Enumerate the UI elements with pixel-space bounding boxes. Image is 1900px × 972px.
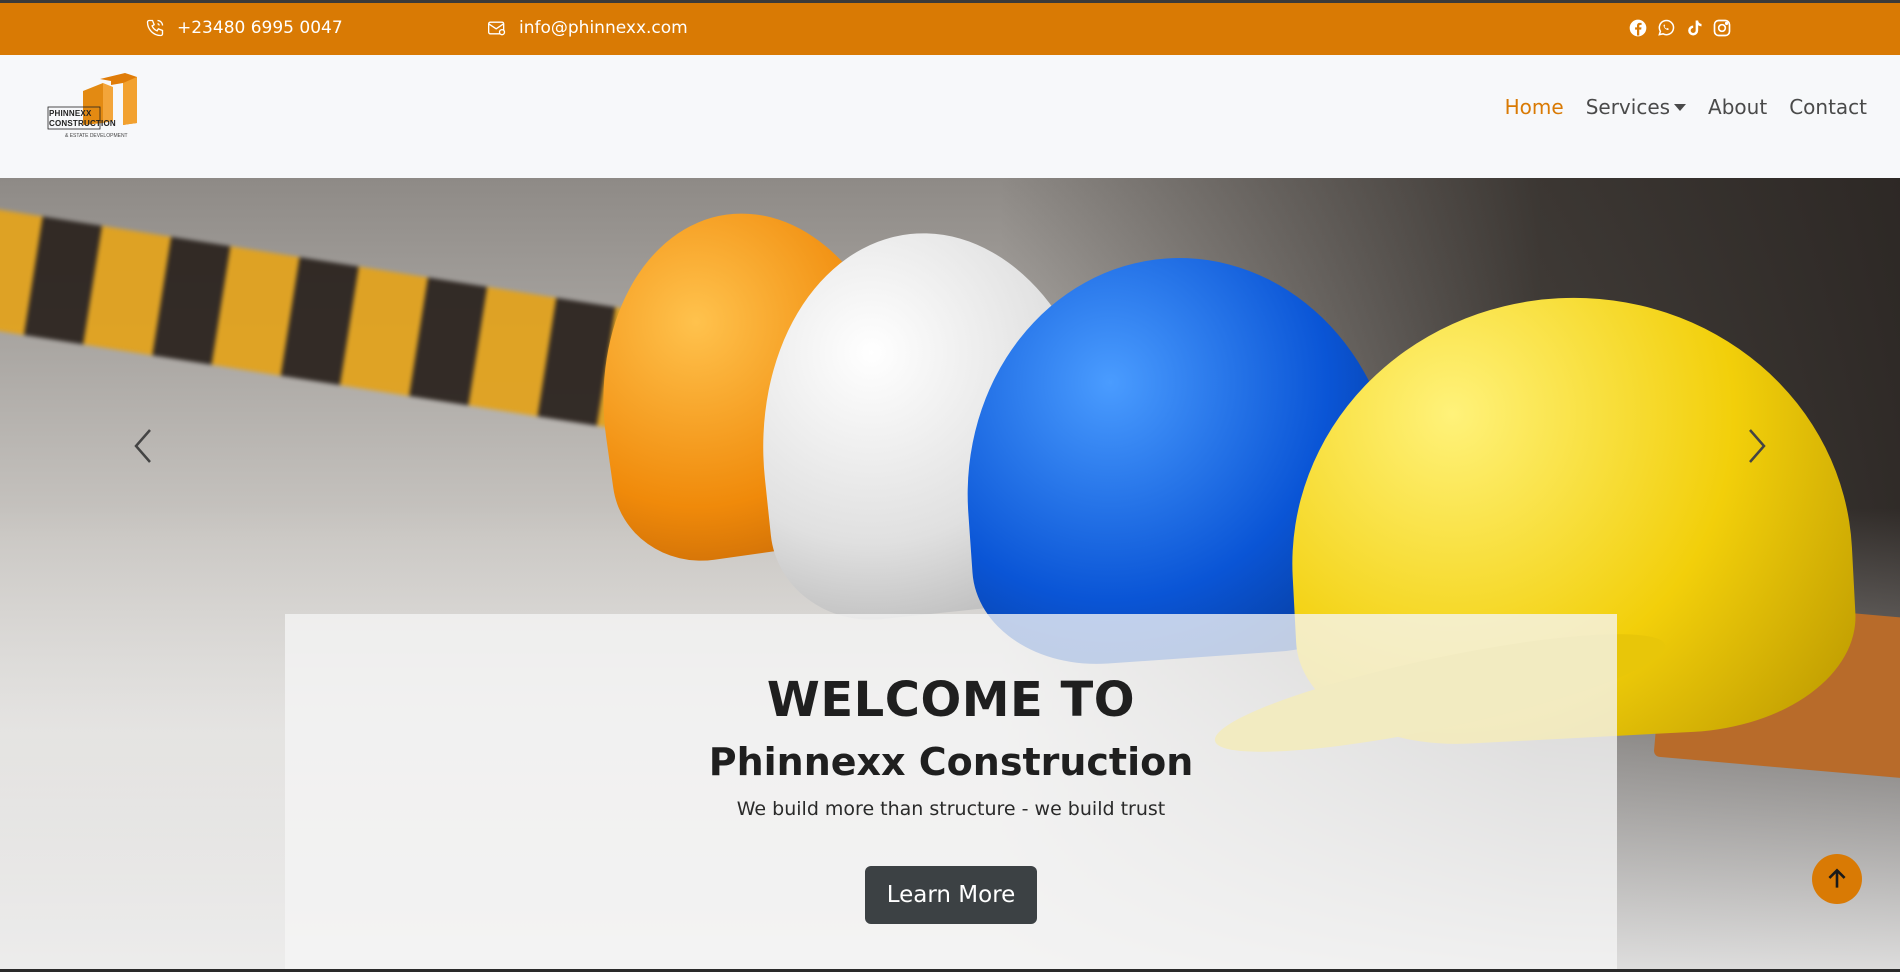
phone-icon (145, 18, 165, 38)
learn-more-button[interactable]: Learn More (864, 866, 1038, 924)
logo-subtext: & ESTATE DEVELOPMENT (65, 133, 128, 139)
phone-contact[interactable]: +23480 6995 0047 (145, 18, 343, 38)
tiktok-icon[interactable] (1684, 18, 1704, 38)
carousel-prev-button[interactable] (122, 426, 162, 466)
scroll-to-top-button[interactable] (1812, 854, 1862, 904)
logo-text: PHINNEXX CONSTRUCTION (49, 109, 116, 129)
hero-caption: WELCOME TO Phinnexx Construction We buil… (285, 614, 1617, 972)
nav-contact[interactable]: Contact (1789, 95, 1867, 119)
caret-down-icon (1674, 103, 1687, 111)
top-contact-bar: +23480 6995 0047 info@phinnexx.com (0, 0, 1900, 55)
arrow-up-icon (1828, 868, 1846, 888)
chevron-right-icon (1749, 429, 1766, 463)
nav-services-label: Services (1585, 95, 1671, 119)
logo-line-1: PHINNEXX (49, 109, 92, 118)
hero-subheading: Phinnexx Construction (708, 740, 1194, 784)
logo-line-2: CONSTRUCTION (49, 119, 116, 128)
email-address[interactable]: info@phinnexx.com (519, 18, 688, 38)
nav-links: Home Services About Contact (1505, 95, 1867, 119)
phone-number[interactable]: +23480 6995 0047 (177, 18, 343, 38)
whatsapp-icon[interactable] (1656, 18, 1676, 38)
email-contact[interactable]: info@phinnexx.com (487, 18, 688, 38)
nav-services-dropdown[interactable]: Services (1585, 95, 1687, 119)
company-logo[interactable]: PHINNEXX CONSTRUCTION & ESTATE DEVELOPME… (45, 73, 145, 153)
social-links (1628, 18, 1732, 38)
hero-tagline: We build more than structure - we build … (736, 798, 1166, 820)
chevron-left-icon (134, 429, 151, 463)
hero-image-beam (0, 205, 646, 431)
instagram-icon[interactable] (1712, 18, 1732, 38)
hero-heading: WELCOME TO (766, 672, 1136, 728)
nav-about[interactable]: About (1708, 95, 1767, 119)
main-navbar: PHINNEXX CONSTRUCTION & ESTATE DEVELOPME… (0, 55, 1900, 178)
hero-carousel: WELCOME TO Phinnexx Construction We buil… (0, 178, 1900, 972)
nav-home[interactable]: Home (1505, 95, 1564, 119)
facebook-icon[interactable] (1628, 18, 1648, 38)
carousel-next-button[interactable] (1738, 426, 1778, 466)
mail-icon (487, 18, 507, 38)
